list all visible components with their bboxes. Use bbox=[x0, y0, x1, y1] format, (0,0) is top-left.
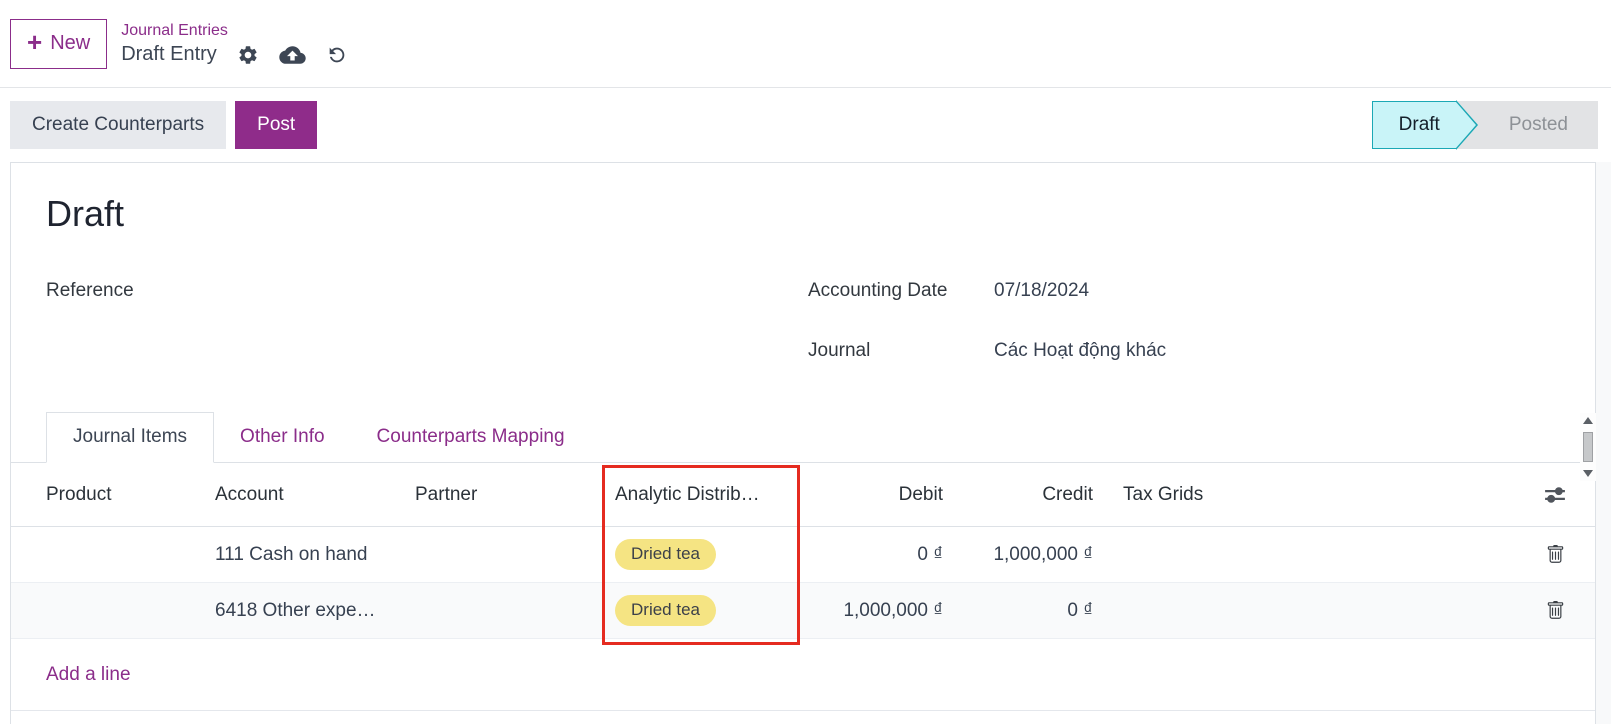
status-draft[interactable]: Draft bbox=[1371, 101, 1457, 149]
reference-field[interactable] bbox=[164, 280, 808, 364]
vertical-scrollbar[interactable] bbox=[1580, 413, 1596, 481]
plus-icon: + bbox=[27, 27, 43, 57]
create-counterparts-button[interactable]: Create Counterparts bbox=[10, 101, 227, 149]
page-gutter bbox=[1596, 162, 1611, 724]
cell-account[interactable]: 111 Cash on hand bbox=[215, 544, 415, 566]
statusbar: Draft Posted bbox=[1371, 101, 1598, 149]
post-button[interactable]: Post bbox=[235, 101, 318, 149]
column-adjustments-icon[interactable] bbox=[1544, 484, 1566, 506]
tab-other-info[interactable]: Other Info bbox=[214, 413, 351, 462]
breadcrumb: Journal Entries Draft Entry bbox=[121, 21, 348, 67]
column-header-tax-grids: Tax Grids bbox=[1123, 483, 1204, 505]
scrollbar-thumb[interactable] bbox=[1583, 432, 1593, 462]
page-title: Draft bbox=[46, 193, 125, 234]
column-header-analytic-distribution: Analytic Distrib… bbox=[615, 483, 760, 505]
journal-field[interactable]: Các Hoạt động khác bbox=[994, 340, 1560, 364]
cloud-upload-icon[interactable] bbox=[279, 44, 306, 66]
notebook-tabs: Journal Items Other Info Counterparts Ma… bbox=[11, 412, 1595, 464]
control-bar: Create Counterparts Post Draft Posted bbox=[0, 88, 1611, 162]
trash-icon[interactable] bbox=[1546, 601, 1565, 620]
gear-icon[interactable] bbox=[237, 44, 259, 66]
top-header: + New Journal Entries Draft Entry bbox=[0, 0, 1611, 88]
new-button[interactable]: + New bbox=[10, 18, 108, 69]
journal-label: Journal bbox=[808, 340, 871, 362]
column-header-debit: Debit bbox=[898, 483, 943, 505]
scroll-down-icon[interactable] bbox=[1583, 470, 1593, 477]
form-fields: Reference Accounting Date 07/18/2024 Jou… bbox=[46, 280, 1560, 364]
new-button-label: New bbox=[50, 32, 91, 54]
cell-debit[interactable]: 0 ₫ bbox=[807, 544, 957, 566]
analytic-tag[interactable]: Dried tea bbox=[615, 539, 716, 571]
form-sheet: Draft Reference Accounting Date 07/18/20… bbox=[10, 162, 1596, 724]
undo-icon[interactable] bbox=[326, 44, 348, 66]
breadcrumb-parent-link[interactable]: Journal Entries bbox=[121, 21, 348, 42]
tab-journal-items[interactable]: Journal Items bbox=[46, 412, 215, 464]
accounting-date-field[interactable]: 07/18/2024 bbox=[994, 280, 1560, 304]
cell-debit[interactable]: 1,000,000 ₫ bbox=[807, 600, 957, 622]
column-header-account: Account bbox=[215, 483, 284, 505]
table-header: Product Account Partner Analytic Distrib… bbox=[11, 463, 1595, 528]
column-header-product: Product bbox=[46, 483, 112, 505]
status-posted[interactable]: Posted bbox=[1456, 101, 1598, 149]
add-a-line-link[interactable]: Add a line bbox=[46, 664, 131, 686]
trash-icon[interactable] bbox=[1546, 545, 1565, 564]
scroll-up-icon[interactable] bbox=[1583, 417, 1593, 424]
table-row[interactable]: 111 Cash on hand Dried tea 0 ₫ 1,000,000… bbox=[11, 527, 1595, 584]
add-line-row: Add a line bbox=[11, 639, 1595, 712]
cell-credit[interactable]: 1,000,000 ₫ bbox=[957, 544, 1107, 566]
breadcrumb-current: Draft Entry bbox=[121, 43, 217, 66]
cell-account[interactable]: 6418 Other expe… bbox=[215, 600, 415, 622]
tab-counterparts-mapping[interactable]: Counterparts Mapping bbox=[351, 413, 591, 462]
analytic-tag[interactable]: Dried tea bbox=[615, 595, 716, 627]
column-header-credit: Credit bbox=[1042, 483, 1093, 505]
accounting-date-label: Accounting Date bbox=[808, 280, 948, 302]
column-header-partner: Partner bbox=[415, 483, 478, 505]
cell-credit[interactable]: 0 ₫ bbox=[957, 600, 1107, 622]
reference-label: Reference bbox=[46, 280, 134, 302]
table-row[interactable]: 6418 Other expe… Dried tea 1,000,000 ₫ 0… bbox=[11, 583, 1595, 640]
